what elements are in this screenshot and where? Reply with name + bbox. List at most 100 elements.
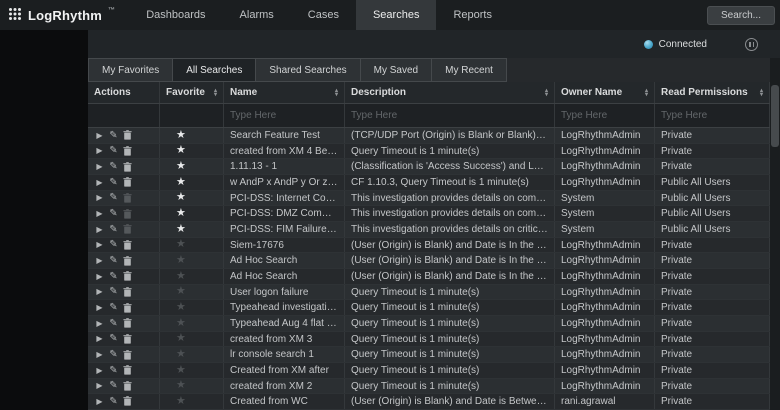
trash-icon[interactable] — [122, 334, 133, 344]
edit-icon[interactable]: ✎ — [108, 349, 119, 360]
favorite-star-icon[interactable]: ★ — [176, 224, 186, 235]
tab-my-favorites[interactable]: My Favorites — [88, 58, 173, 82]
edit-icon[interactable]: ✎ — [108, 302, 119, 313]
search-name[interactable]: Created from WC — [224, 394, 345, 409]
search-name[interactable]: created from XM 4 Betw... — [224, 144, 345, 159]
edit-icon[interactable]: ✎ — [108, 318, 119, 329]
column-header-favorite[interactable]: Favorite ▴▾ — [160, 82, 224, 103]
run-search-icon[interactable]: ▶ — [94, 381, 105, 390]
favorite-star-icon[interactable]: ★ — [176, 318, 186, 329]
table-row[interactable]: ▶ ✎ ★ Ad Hoc Search (User (Origin) is Bl… — [88, 253, 770, 269]
favorite-star-icon[interactable]: ★ — [176, 161, 186, 172]
table-row[interactable]: ▶ ✎ ★ 1.11.13 - 1 (Classification is 'Ac… — [88, 159, 770, 175]
run-search-icon[interactable]: ▶ — [94, 366, 105, 375]
run-search-icon[interactable]: ▶ — [94, 162, 105, 171]
tab-my-recent[interactable]: My Recent — [432, 58, 507, 82]
table-row[interactable]: ▶ ✎ ★ Ad Hoc Search (User (Origin) is Bl… — [88, 269, 770, 285]
edit-icon[interactable]: ✎ — [108, 255, 119, 266]
favorite-star-icon[interactable]: ★ — [176, 380, 186, 391]
search-name[interactable]: Typeahead investigation ... — [224, 300, 345, 315]
favorite-star-icon[interactable]: ★ — [176, 349, 186, 360]
edit-icon[interactable]: ✎ — [108, 286, 119, 297]
table-row[interactable]: ▶ ✎ ★ Typeahead Aug 4 flat file Query Ti… — [88, 316, 770, 332]
edit-icon[interactable]: ✎ — [108, 396, 119, 407]
run-search-icon[interactable]: ▶ — [94, 319, 105, 328]
table-row[interactable]: ▶ ✎ ★ Created from XM after Query Timeou… — [88, 363, 770, 379]
nav-item-reports[interactable]: Reports — [436, 0, 509, 30]
edit-icon[interactable]: ✎ — [108, 145, 119, 156]
trash-icon[interactable] — [122, 177, 133, 187]
run-search-icon[interactable]: ▶ — [94, 272, 105, 281]
sort-icon-read-permissions[interactable]: ▴▾ — [760, 89, 763, 97]
run-search-icon[interactable]: ▶ — [94, 287, 105, 296]
trash-icon[interactable] — [122, 240, 133, 250]
run-search-icon[interactable]: ▶ — [94, 193, 105, 202]
search-name[interactable]: PCI-DSS: Internet Comm... — [224, 191, 345, 206]
run-search-icon[interactable]: ▶ — [94, 303, 105, 312]
trash-icon[interactable] — [122, 350, 133, 360]
search-name[interactable]: PCI-DSS: FIM Failure Detail — [224, 222, 345, 237]
trash-icon[interactable] — [122, 365, 133, 375]
edit-icon[interactable]: ✎ — [108, 224, 119, 235]
trash-icon[interactable] — [122, 303, 133, 313]
trash-icon[interactable] — [122, 162, 133, 172]
trash-icon[interactable] — [122, 287, 133, 297]
favorite-star-icon[interactable]: ★ — [176, 365, 186, 376]
sort-icon-owner-name[interactable]: ▴▾ — [645, 89, 648, 97]
search-name[interactable]: lr console search 1 — [224, 347, 345, 362]
nav-item-alarms[interactable]: Alarms — [223, 0, 291, 30]
tab-all-searches[interactable]: All Searches — [173, 58, 256, 82]
trash-icon[interactable] — [122, 146, 133, 156]
trash-icon[interactable] — [122, 193, 133, 203]
edit-icon[interactable]: ✎ — [108, 380, 119, 391]
global-search-button[interactable]: Search... — [707, 6, 775, 25]
edit-icon[interactable]: ✎ — [108, 365, 119, 376]
run-search-icon[interactable]: ▶ — [94, 397, 105, 406]
favorite-star-icon[interactable]: ★ — [176, 239, 186, 250]
trash-icon[interactable] — [122, 209, 133, 219]
table-row[interactable]: ▶ ✎ ★ created from XM 4 Betw... Query Ti… — [88, 144, 770, 160]
table-row[interactable]: ▶ ✎ ★ PCI-DSS: Internet Comm... This inv… — [88, 191, 770, 207]
trash-icon[interactable] — [122, 130, 133, 140]
run-search-icon[interactable]: ▶ — [94, 209, 105, 218]
edit-icon[interactable]: ✎ — [108, 177, 119, 188]
edit-icon[interactable]: ✎ — [108, 161, 119, 172]
table-row[interactable]: ▶ ✎ ★ created from XM 3 Query Timeout is… — [88, 332, 770, 348]
scrollbar-thumb[interactable] — [771, 85, 779, 147]
search-name[interactable]: Search Feature Test — [224, 128, 345, 143]
search-name[interactable]: Ad Hoc Search — [224, 253, 345, 268]
table-row[interactable]: ▶ ✎ ★ Typeahead investigation ... Query … — [88, 300, 770, 316]
permissions-filter-input[interactable] — [661, 110, 763, 121]
nav-item-searches[interactable]: Searches — [356, 0, 436, 30]
search-name[interactable]: Typeahead Aug 4 flat file — [224, 316, 345, 331]
edit-icon[interactable]: ✎ — [108, 192, 119, 203]
run-search-icon[interactable]: ▶ — [94, 225, 105, 234]
edit-icon[interactable]: ✎ — [108, 130, 119, 141]
favorite-star-icon[interactable]: ★ — [176, 177, 186, 188]
run-search-icon[interactable]: ▶ — [94, 178, 105, 187]
column-header-description[interactable]: Description ▴▾ — [345, 82, 555, 103]
search-name[interactable]: Siem-17676 — [224, 238, 345, 253]
trash-icon[interactable] — [122, 224, 133, 234]
favorite-star-icon[interactable]: ★ — [176, 192, 186, 203]
table-row[interactable]: ▶ ✎ ★ Created from WC (User (Origin) is … — [88, 394, 770, 410]
trash-icon[interactable] — [122, 318, 133, 328]
trash-icon[interactable] — [122, 381, 133, 391]
search-name[interactable]: created from XM 3 — [224, 332, 345, 347]
run-search-icon[interactable]: ▶ — [94, 131, 105, 140]
favorite-star-icon[interactable]: ★ — [176, 302, 186, 313]
edit-icon[interactable]: ✎ — [108, 208, 119, 219]
search-name[interactable]: PCI-DSS: DMZ Communic... — [224, 206, 345, 221]
nav-item-dashboards[interactable]: Dashboards — [129, 0, 222, 30]
favorite-star-icon[interactable]: ★ — [176, 271, 186, 282]
description-filter-input[interactable] — [351, 110, 548, 121]
favorite-star-icon[interactable]: ★ — [176, 286, 186, 297]
trash-icon[interactable] — [122, 256, 133, 266]
search-name[interactable]: Created from XM after — [224, 363, 345, 378]
sort-icon-name[interactable]: ▴▾ — [335, 89, 338, 97]
search-name[interactable]: w AndP x AndP y Or z 1.1... — [224, 175, 345, 190]
table-row[interactable]: ▶ ✎ ★ PCI-DSS: DMZ Communic... This inve… — [88, 206, 770, 222]
nav-item-cases[interactable]: Cases — [291, 0, 356, 30]
favorite-star-icon[interactable]: ★ — [176, 130, 186, 141]
edit-icon[interactable]: ✎ — [108, 271, 119, 282]
